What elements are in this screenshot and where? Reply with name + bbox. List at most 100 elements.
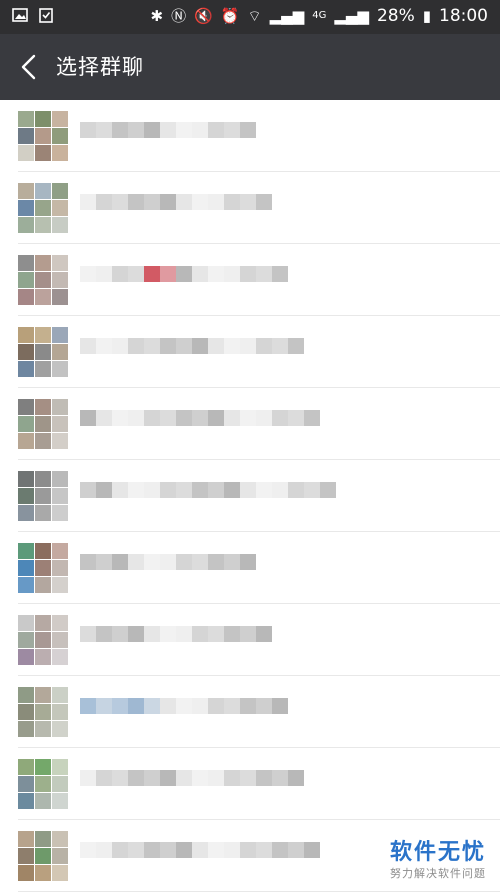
blur-pixel [176, 626, 192, 642]
blur-pixel [128, 482, 144, 498]
battery-percent: 28% [377, 6, 415, 26]
blur-pixel [208, 338, 224, 354]
blur-pixel [240, 698, 256, 714]
group-row[interactable] [0, 388, 500, 460]
status-bar: ✱ Ⓝ 🔇 ⏰ ⌔ ▂▄▆ 4G ▂▄▆ 28% ▮ 18:00 [0, 0, 500, 34]
blur-pixel [80, 122, 96, 138]
avatar-tile [52, 776, 68, 792]
blur-pixel [176, 410, 192, 426]
avatar-tile [52, 687, 68, 703]
blur-pixel [80, 194, 96, 210]
group-avatar [18, 399, 68, 449]
group-name-obscured [80, 698, 360, 714]
alarm-icon: ⏰ [221, 5, 240, 27]
blur-pixel [240, 482, 256, 498]
avatar-tile [52, 759, 68, 775]
blur-pixel [176, 338, 192, 354]
avatar-tile [35, 615, 51, 631]
blur-pixel [240, 338, 256, 354]
blur-pixel [304, 410, 320, 426]
gallery-icon [12, 7, 28, 23]
group-row[interactable] [0, 676, 500, 748]
avatar-tile [52, 793, 68, 809]
blur-pixel [96, 266, 112, 282]
avatar-tile [52, 399, 68, 415]
avatar-tile [52, 289, 68, 305]
avatar-tile [52, 831, 68, 847]
blur-pixel [160, 842, 176, 858]
task-check-icon [38, 7, 54, 23]
group-name-obscured [80, 770, 360, 786]
blur-pixel [144, 194, 160, 210]
blur-pixel [256, 626, 272, 642]
avatar-tile [35, 831, 51, 847]
blur-pixel [160, 266, 176, 282]
blur-pixel [80, 482, 96, 498]
blur-pixel [96, 338, 112, 354]
avatar-tile [18, 793, 34, 809]
blur-pixel [176, 482, 192, 498]
blur-pixel [176, 194, 192, 210]
avatar-tile [18, 399, 34, 415]
group-row[interactable] [0, 460, 500, 532]
clock: 18:00 [439, 6, 488, 26]
blur-pixel [256, 482, 272, 498]
avatar-tile [52, 217, 68, 233]
blur-pixel [208, 770, 224, 786]
blur-pixel [144, 626, 160, 642]
signal-icon-2: ▂▄▆ [334, 5, 369, 27]
nfc-icon: Ⓝ [171, 5, 186, 27]
blur-pixel [112, 770, 128, 786]
blur-pixel [144, 410, 160, 426]
blur-pixel [224, 482, 240, 498]
group-row[interactable] [0, 244, 500, 316]
blur-pixel [240, 122, 256, 138]
group-chat-list [0, 100, 500, 892]
avatar-tile [35, 128, 51, 144]
avatar-tile [35, 327, 51, 343]
blur-pixel [112, 554, 128, 570]
status-right-icons: ✱ Ⓝ 🔇 ⏰ ⌔ ▂▄▆ 4G ▂▄▆ 28% ▮ 18:00 [151, 5, 488, 27]
blur-pixel [192, 266, 208, 282]
blur-pixel [208, 842, 224, 858]
avatar-tile [35, 145, 51, 161]
group-row[interactable] [0, 604, 500, 676]
blur-pixel [112, 338, 128, 354]
blur-pixel [240, 410, 256, 426]
blur-pixel [160, 770, 176, 786]
group-avatar [18, 327, 68, 377]
group-row[interactable] [0, 532, 500, 604]
blur-pixel [96, 482, 112, 498]
avatar-tile [35, 361, 51, 377]
avatar-tile [52, 344, 68, 360]
avatar-tile [52, 649, 68, 665]
group-row[interactable] [0, 748, 500, 820]
blur-pixel [272, 482, 288, 498]
blur-pixel [208, 482, 224, 498]
group-row[interactable] [0, 100, 500, 172]
avatar-tile [18, 111, 34, 127]
blur-pixel [160, 626, 176, 642]
avatar-tile [52, 361, 68, 377]
blur-pixel [112, 482, 128, 498]
blur-pixel [240, 770, 256, 786]
blur-pixel [288, 770, 304, 786]
avatar-tile [35, 632, 51, 648]
group-row[interactable] [0, 316, 500, 388]
blur-pixel [112, 122, 128, 138]
back-button[interactable] [12, 50, 46, 84]
avatar-tile [18, 615, 34, 631]
avatar-tile [52, 471, 68, 487]
blur-pixel [144, 266, 160, 282]
blur-pixel [144, 122, 160, 138]
blur-pixel [256, 338, 272, 354]
blur-pixel [96, 698, 112, 714]
group-avatar [18, 183, 68, 233]
group-row[interactable] [0, 172, 500, 244]
avatar-tile [35, 543, 51, 559]
blur-pixel [160, 194, 176, 210]
blur-pixel [272, 770, 288, 786]
watermark: 软件无忧 努力解决软件问题 [390, 839, 486, 881]
blur-pixel [224, 338, 240, 354]
blur-pixel [144, 482, 160, 498]
